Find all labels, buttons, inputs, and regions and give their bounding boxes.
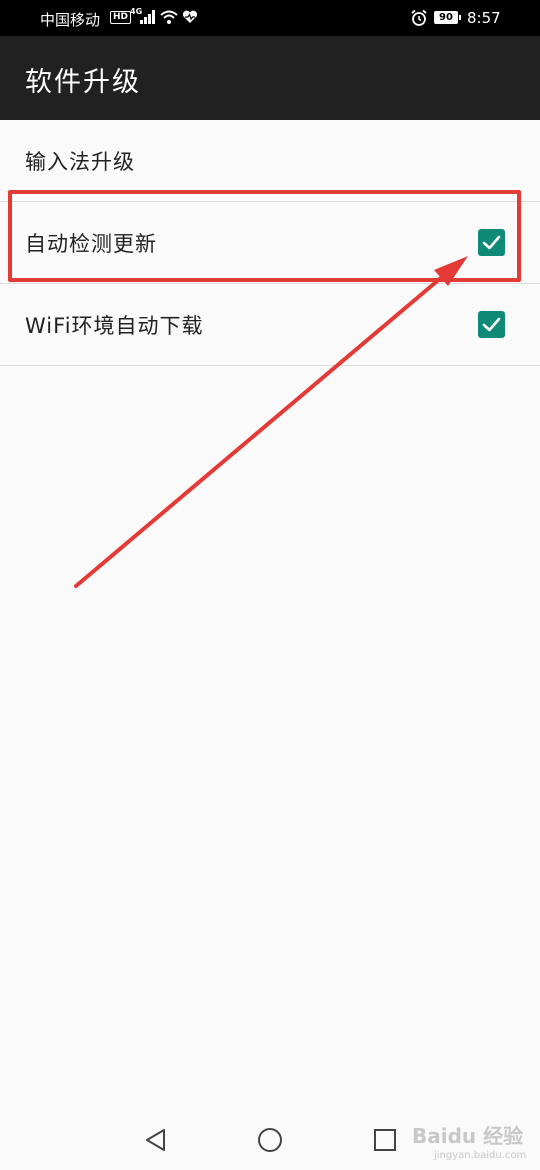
watermark-logo: Baidu 经验 [412, 1124, 524, 1148]
home-icon[interactable] [257, 1127, 283, 1153]
watermark-url: jingyan.baidu.com [434, 1150, 527, 1161]
back-icon[interactable] [143, 1127, 169, 1153]
recents-icon[interactable] [372, 1127, 398, 1153]
annotation-arrow [74, 256, 468, 588]
